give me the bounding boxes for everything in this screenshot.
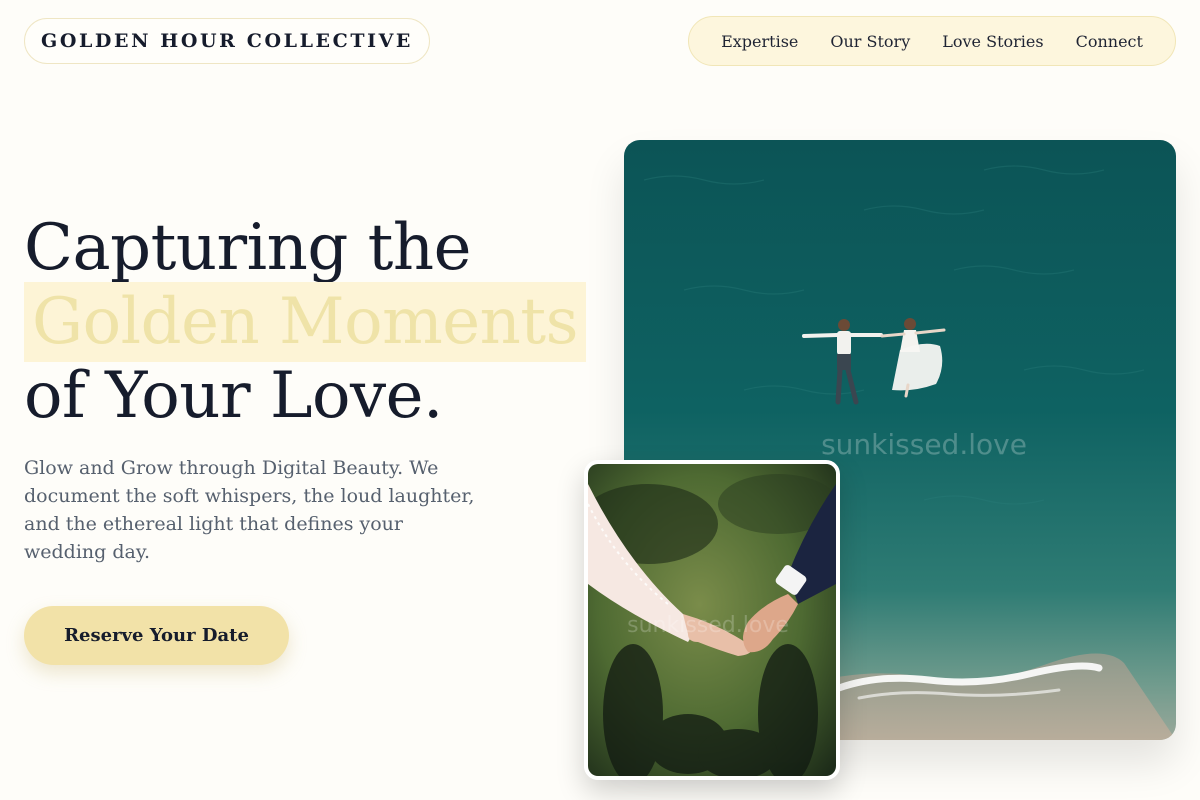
hero-description: Glow and Grow through Digital Beauty. We… [24, 457, 475, 563]
hero-title-line-3: of Your Love. [24, 359, 443, 433]
main-photo-watermark: sunkissed.love [821, 428, 1027, 461]
secondary-photo-holding-hands: sunkissed.love [584, 460, 840, 780]
nav-item-our-story[interactable]: Our Story [830, 32, 910, 51]
nav-item-expertise[interactable]: Expertise [721, 32, 798, 51]
hero-title: Capturing the Golden Moments of Your Lov… [24, 212, 586, 432]
hero-title-line-1: Capturing the [24, 211, 471, 285]
hero-title-highlight: Golden Moments [24, 282, 586, 362]
brand-logo[interactable]: GOLDEN HOUR COLLECTIVE [24, 18, 430, 64]
holding-hands-image: sunkissed.love [588, 464, 836, 776]
secondary-photo-watermark: sunkissed.love [627, 613, 789, 638]
main-nav: Expertise Our Story Love Stories Connect [688, 16, 1176, 66]
brand-name: GOLDEN HOUR COLLECTIVE [41, 30, 413, 52]
nav-item-connect[interactable]: Connect [1076, 32, 1143, 51]
nav-item-love-stories[interactable]: Love Stories [942, 32, 1043, 51]
reserve-date-button[interactable]: Reserve Your Date [24, 606, 289, 665]
